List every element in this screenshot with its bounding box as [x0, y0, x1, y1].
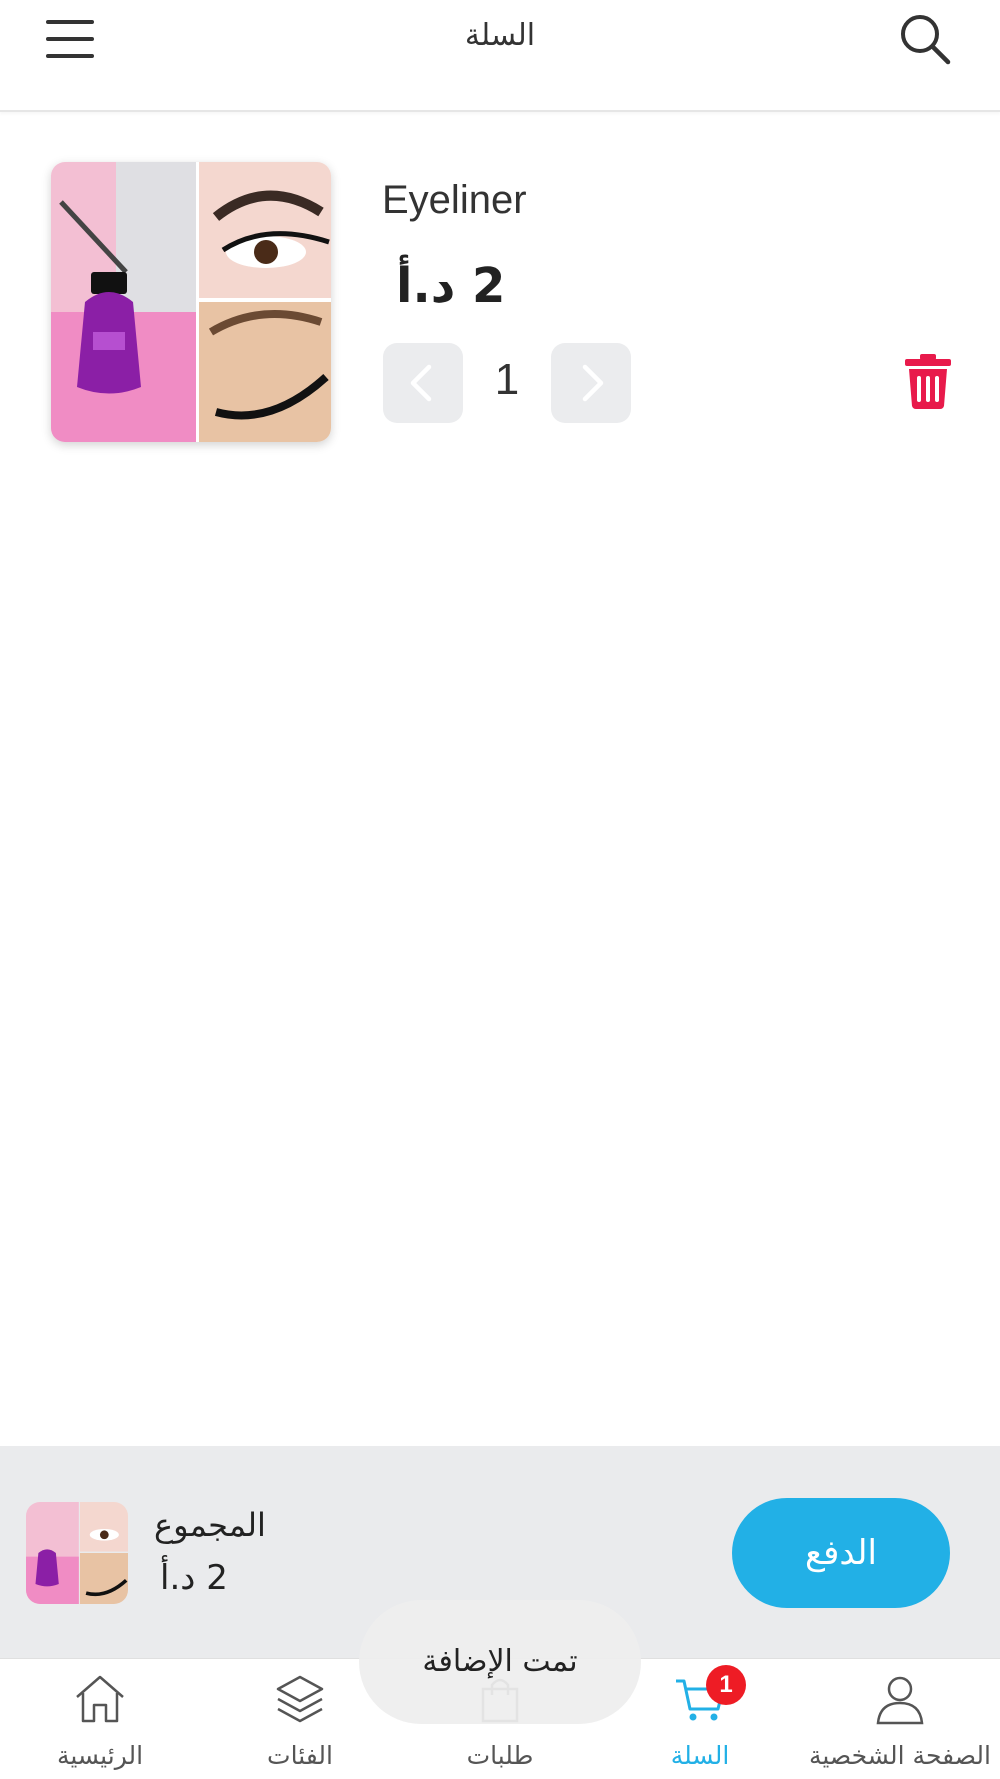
nav-label-orders: طلبات [466, 1741, 534, 1770]
chevron-left-icon [410, 364, 432, 402]
product-price: 2 د.أ [396, 258, 506, 314]
search-button[interactable] [896, 10, 956, 70]
product-image[interactable] [51, 162, 331, 442]
menu-icon-line [46, 54, 94, 58]
product-name[interactable]: Eyeliner [382, 178, 527, 223]
checkout-button[interactable]: الدفع [732, 1498, 950, 1608]
added-toast: تمت الإضافة [359, 1600, 641, 1724]
trash-icon [905, 354, 951, 409]
layers-icon [276, 1675, 324, 1723]
chevron-right-icon [582, 364, 604, 402]
total-label: المجموع [154, 1506, 266, 1544]
nav-label-home: الرئيسية [56, 1741, 144, 1770]
quantity-value: 1 [494, 355, 520, 404]
nav-item-profile[interactable]: الصفحة الشخصية [800, 1659, 1000, 1779]
nav-label-categories: الفئات [267, 1741, 333, 1770]
nav-item-home[interactable]: الرئيسية [0, 1659, 200, 1779]
eyeliner-product-image [51, 162, 331, 442]
page-title: السلة [464, 18, 536, 53]
home-icon [76, 1675, 124, 1723]
quantity-decrease-button[interactable] [383, 343, 463, 423]
search-icon [901, 15, 951, 65]
total-value: 2 د.أ [160, 1558, 228, 1598]
delete-item-button[interactable] [899, 352, 957, 410]
user-icon [876, 1676, 924, 1725]
nav-label-profile: الصفحة الشخصية [808, 1741, 991, 1770]
nav-label-cart: السلة [670, 1741, 730, 1770]
cart-count-badge: 1 [706, 1665, 746, 1705]
eyeliner-thumbnail-image [26, 1502, 128, 1604]
app-header: السلة [0, 0, 1000, 112]
summary-product-thumbnail [26, 1502, 128, 1604]
quantity-increase-button[interactable] [551, 343, 631, 423]
